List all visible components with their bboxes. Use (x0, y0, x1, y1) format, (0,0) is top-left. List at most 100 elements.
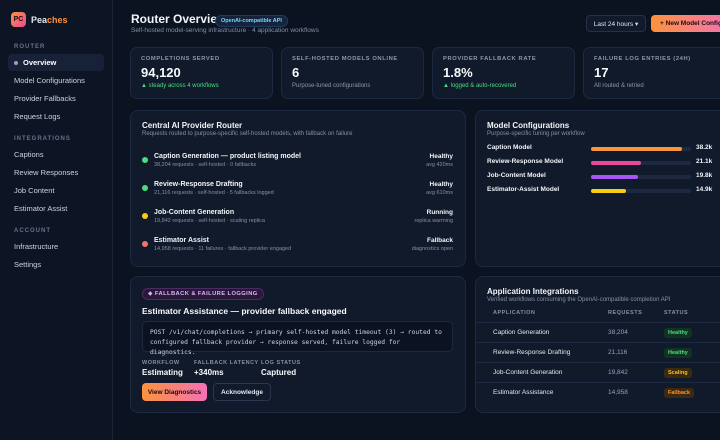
sidebar-item-job-content[interactable]: Job Content (8, 182, 104, 199)
route-status: Running (426, 209, 453, 216)
router-panel-title: Central AI Provider Router (142, 121, 243, 130)
model-value: 21.1k (696, 158, 713, 165)
fallback-chip: ◆ FALLBACK & FAILURE LOGGING (142, 288, 264, 300)
route-meta: 21,116 requests · self-hosted · 5 fallba… (154, 190, 274, 196)
status-dot-icon (142, 241, 148, 247)
status-dot-icon (142, 213, 148, 219)
brand-logo: PC (11, 12, 26, 27)
cell-requests: 14,958 (608, 389, 628, 396)
status-badge: Scaling (664, 368, 692, 378)
status-dot-icon (142, 157, 148, 163)
model-bar-track (591, 161, 691, 165)
integrations-panel-title: Application Integrations (487, 287, 579, 296)
table-row[interactable]: Estimator Assistance 14,958 Fallback (476, 382, 720, 402)
meta-label: WORKFLOW (142, 360, 180, 366)
sidebar-item-estimator-assist[interactable]: Estimator Assist (8, 200, 104, 217)
meta-value: Estimating (142, 368, 183, 377)
status-badge: Healthy (664, 348, 692, 358)
stat-value: 6 (292, 65, 300, 80)
table-row[interactable]: Caption Generation 38,204 Healthy (476, 322, 720, 342)
meta-workflow: WORKFLOW Estimating (142, 360, 183, 377)
fallback-title: Estimator Assistance — provider fallback… (142, 306, 347, 316)
status-badge: Healthy (664, 328, 692, 338)
model-value: 38.2k (696, 144, 713, 151)
sidebar-item-label: Model Configurations (14, 76, 85, 85)
sidebar-item-label: Captions (14, 150, 44, 159)
model-row[interactable]: Caption Model 38.2k (487, 144, 717, 156)
meta-value: +340ms (194, 368, 224, 377)
model-bar-fill (591, 147, 682, 151)
stat-card-fallback-rate: PROVIDER FALLBACK RATE 1.8% ▲ logged & a… (432, 47, 575, 99)
sidebar-item-label: Infrastructure (14, 242, 59, 251)
model-bar-fill (591, 161, 642, 165)
stat-label: SELF-HOSTED MODELS ONLINE (292, 56, 398, 62)
sidebar-item-review-responses[interactable]: Review Responses (8, 164, 104, 181)
sidebar-item-label: Request Logs (14, 112, 61, 121)
stat-note: ▲ logged & auto-recovered (443, 83, 517, 89)
stat-label: COMPLETIONS SERVED (141, 56, 220, 62)
fallback-log-code: POST /v1/chat/completions → primary self… (142, 321, 453, 356)
acknowledge-button[interactable]: Acknowledge (213, 383, 271, 401)
table-row[interactable]: Job-Content Generation 19,842 Scaling (476, 362, 720, 382)
integrations-panel: Application Integrations Verified workfl… (475, 276, 720, 413)
sidebar-item-captions[interactable]: Captions (8, 146, 104, 163)
integrations-panel-subtitle: Verified workflows consuming the OpenAI-… (487, 297, 671, 303)
models-panel-subtitle: Purpose-specific tuning per workflow (487, 131, 585, 137)
table-row[interactable]: Review-Response Drafting 21,116 Healthy (476, 342, 720, 362)
sidebar-item-model-configurations[interactable]: Model Configurations (8, 72, 104, 89)
route-status: Healthy (429, 181, 453, 188)
sidebar-item-overview[interactable]: Overview (8, 54, 104, 71)
route-row[interactable]: Estimator Assist 14,958 requests · 11 fa… (142, 236, 453, 260)
stat-label: FAILURE LOG ENTRIES (24H) (594, 56, 691, 62)
route-name: Review-Response Drafting (154, 181, 243, 188)
sidebar-item-infrastructure[interactable]: Infrastructure (8, 238, 104, 255)
nav-section-account: ACCOUNT (14, 228, 51, 234)
stat-note: Purpose-tuned configurations (292, 83, 371, 89)
router-panel: Central AI Provider Router Requests rout… (130, 110, 466, 267)
sidebar-item-label: Provider Fallbacks (14, 94, 76, 103)
route-status: Fallback (426, 237, 453, 244)
sidebar-item-provider-fallbacks[interactable]: Provider Fallbacks (8, 90, 104, 107)
cell-requests: 21,116 (608, 349, 628, 356)
route-row[interactable]: Caption Generation — product listing mod… (142, 152, 453, 176)
cell-application: Estimator Assistance (493, 389, 554, 396)
view-diagnostics-button[interactable]: View Diagnostics (142, 383, 207, 401)
route-meta: 19,842 requests · self-hosted · scaling … (154, 218, 265, 224)
page-title: Router Overview (131, 12, 227, 26)
model-row[interactable]: Review-Response Model 21.1k (487, 158, 717, 170)
new-model-config-button[interactable]: + New Model Config (651, 15, 720, 32)
stat-card-completions: COMPLETIONS SERVED 94,120 ▲ steady acros… (130, 47, 273, 99)
brand[interactable]: PC Peaches (11, 12, 68, 27)
sidebar-item-label: Review Responses (14, 168, 79, 177)
stat-card-models-online: SELF-HOSTED MODELS ONLINE 6 Purpose-tune… (281, 47, 424, 99)
nav-section-integrations: INTEGRATIONS (14, 136, 71, 142)
stat-value: 94,120 (141, 65, 181, 80)
model-value: 14.9k (696, 186, 713, 193)
stat-note: ▲ steady across 4 workflows (141, 83, 219, 89)
route-detail: diagnostics open (411, 246, 453, 252)
model-name: Estimator-Assist Model (487, 186, 560, 193)
stat-card-failure-logs: FAILURE LOG ENTRIES (24H) 17 All routed … (583, 47, 720, 99)
model-value: 19.8k (696, 172, 713, 179)
route-name: Estimator Assist (154, 237, 209, 244)
meta-log-status: LOG STATUS Captured (261, 360, 301, 377)
status-badge: Fallback (664, 388, 695, 398)
route-row[interactable]: Review-Response Drafting 21,116 requests… (142, 180, 453, 204)
model-row[interactable]: Estimator-Assist Model 14.9k (487, 186, 717, 198)
sidebar-item-settings[interactable]: Settings (8, 256, 104, 273)
stat-value: 1.8% (443, 65, 473, 80)
sidebar-item-request-logs[interactable]: Request Logs (8, 108, 104, 125)
model-bar-track (591, 189, 691, 193)
model-row[interactable]: Job-Content Model 19.8k (487, 172, 717, 184)
stat-note: All routed & retried (594, 83, 644, 89)
route-meta: 14,958 requests · 11 failures · fallback… (154, 246, 292, 252)
route-row[interactable]: Job-Content Generation 19,842 requests ·… (142, 208, 453, 232)
time-range-dropdown[interactable]: Last 24 hours ▾ (586, 15, 646, 32)
model-bar-fill (591, 189, 627, 193)
sidebar-item-label: Overview (23, 58, 57, 67)
route-name: Caption Generation — product listing mod… (154, 153, 302, 160)
model-name: Job-Content Model (487, 172, 546, 179)
cell-application: Review-Response Drafting (493, 349, 571, 356)
route-status: Healthy (429, 153, 453, 160)
meta-fallback-latency: FALLBACK LATENCY +340ms (194, 360, 259, 377)
